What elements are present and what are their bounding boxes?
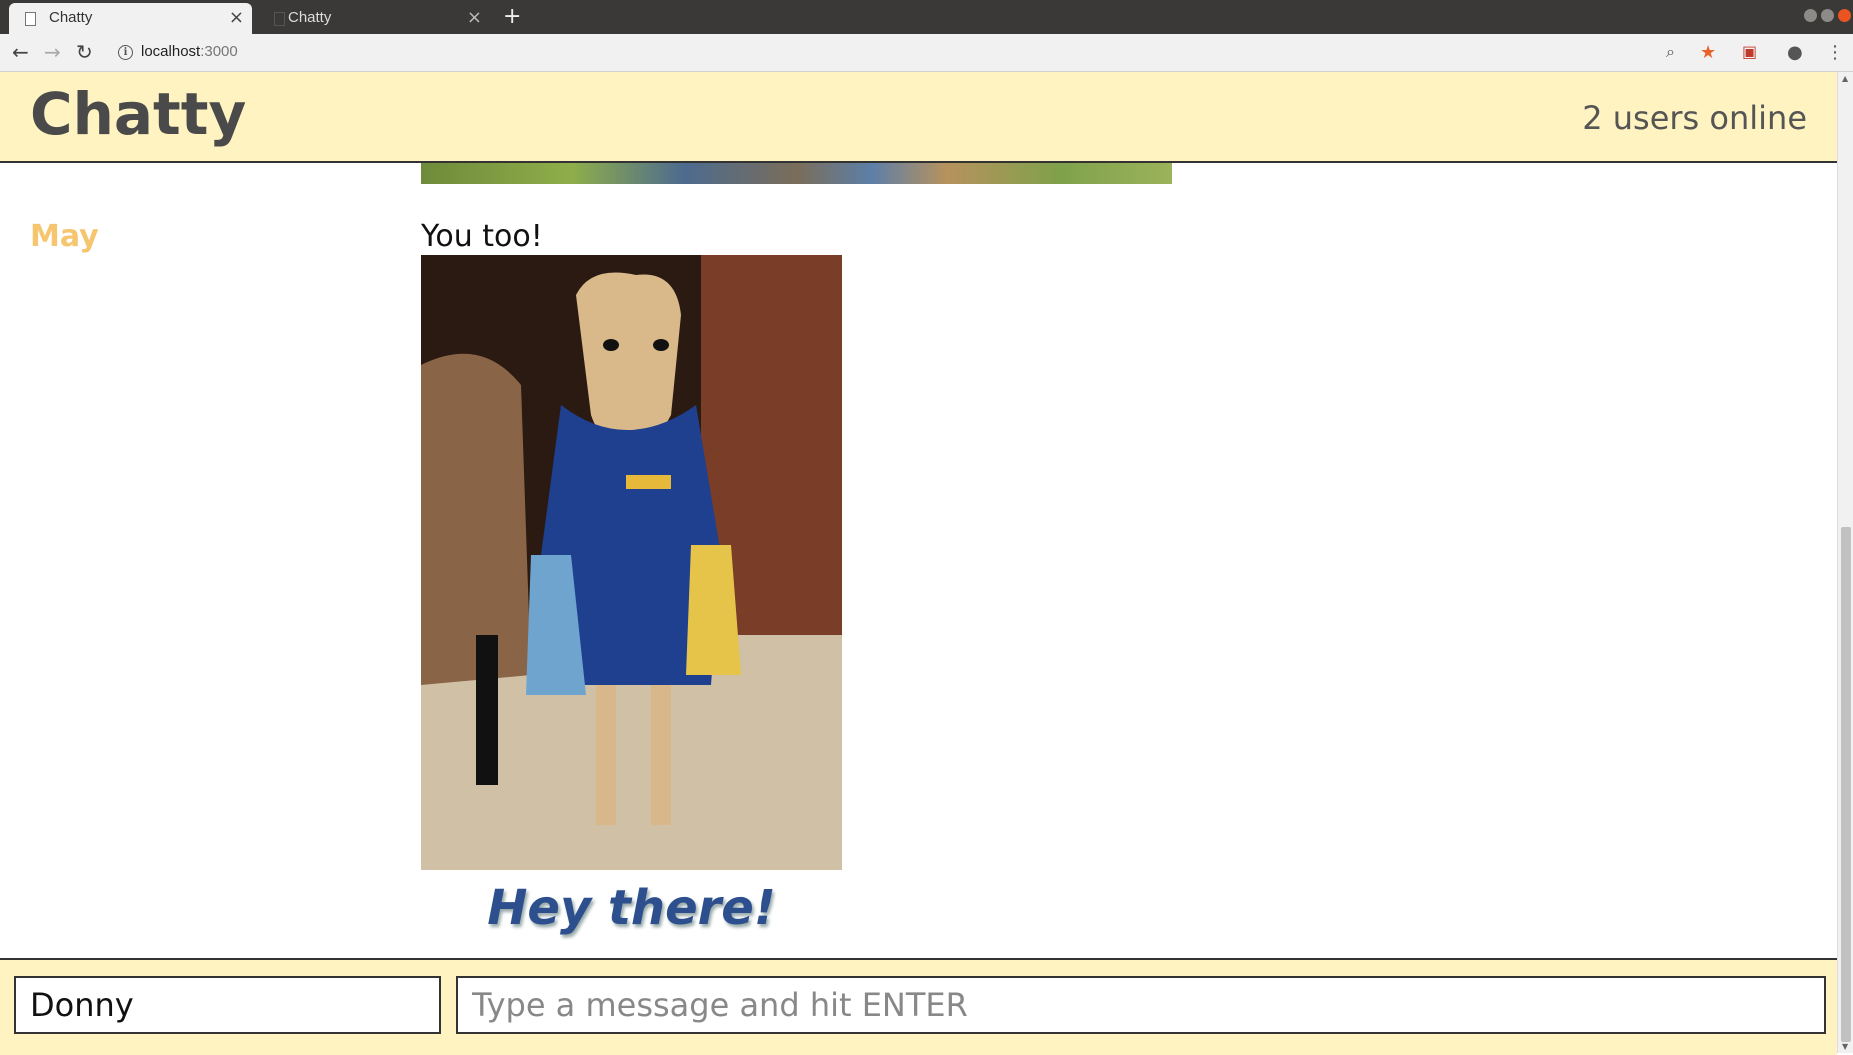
chat-composer	[0, 958, 1837, 1055]
reload-icon[interactable]: ↻	[76, 40, 93, 64]
username-field[interactable]	[14, 976, 441, 1034]
url-host: localhost	[141, 43, 201, 60]
tab-title: Chatty	[49, 9, 93, 26]
page-icon	[274, 12, 285, 26]
scrollbar-thumb[interactable]	[1841, 527, 1851, 1042]
close-icon[interactable]: ×	[229, 7, 244, 28]
maximize-icon[interactable]	[1821, 9, 1834, 22]
account-icon[interactable]: ●	[1787, 42, 1803, 63]
close-icon[interactable]: ×	[467, 7, 482, 28]
address-bar[interactable]: localhost:3000	[141, 43, 238, 60]
online-count: 2 users online	[1582, 99, 1807, 137]
browser-tab[interactable]: Chatty ×	[258, 3, 490, 34]
message-text: You too!	[421, 219, 543, 254]
site-info-icon[interactable]: i	[118, 45, 133, 60]
minimize-icon[interactable]	[1804, 9, 1817, 22]
menu-icon[interactable]: ⋮	[1826, 42, 1844, 63]
previous-message-image	[421, 163, 1172, 184]
window-close-icon[interactable]	[1838, 9, 1851, 22]
extension-icon[interactable]: ▣	[1742, 42, 1757, 61]
message-image: Hey there!	[421, 255, 842, 945]
bookmark-star-icon[interactable]: ★	[1700, 42, 1716, 63]
new-tab-icon[interactable]: +	[503, 4, 521, 29]
scroll-down-icon[interactable]: ▼	[1842, 1042, 1848, 1051]
page-icon	[25, 12, 36, 26]
brand-title: Chatty	[30, 80, 247, 148]
page-scrollbar[interactable]: ▲ ▼	[1837, 72, 1853, 1053]
dog-photo	[421, 255, 842, 870]
message-username: May	[30, 219, 99, 254]
url-port: :3000	[200, 43, 238, 60]
scroll-up-icon[interactable]: ▲	[1842, 74, 1848, 83]
app-header: Chatty 2 users online	[0, 72, 1837, 163]
browser-toolbar: ← → ↻ i localhost:3000 ⌕ ★ ▣ ● ⋮	[0, 34, 1853, 72]
zoom-icon[interactable]: ⌕	[1666, 42, 1675, 62]
tab-title: Chatty	[288, 9, 332, 26]
browser-tab-bar: Chatty × Chatty × +	[0, 0, 1853, 34]
message-input[interactable]	[456, 976, 1826, 1034]
image-caption: Hey there!	[487, 880, 776, 936]
forward-icon[interactable]: →	[44, 40, 61, 64]
browser-tab-active[interactable]: Chatty ×	[9, 3, 252, 34]
back-icon[interactable]: ←	[12, 40, 29, 64]
message-list[interactable]: May You too! Hey there!	[0, 163, 1837, 958]
